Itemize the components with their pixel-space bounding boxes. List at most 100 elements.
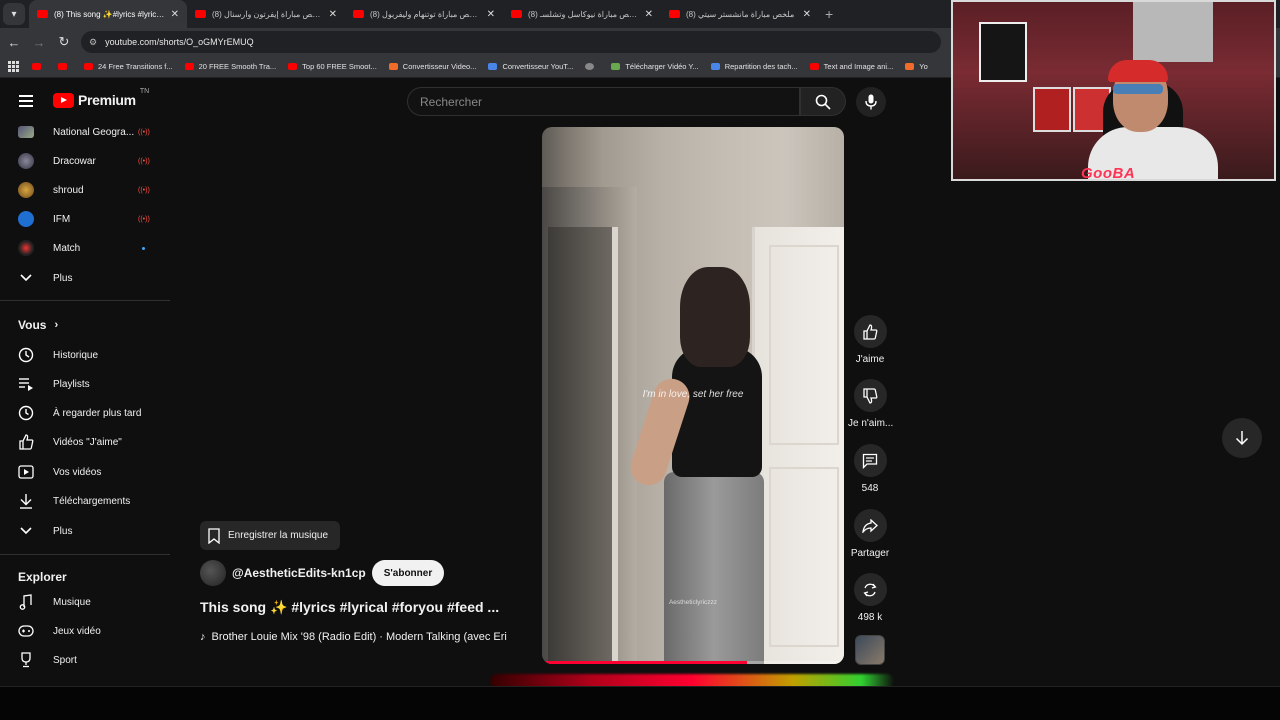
bookmark-item[interactable] [585, 63, 599, 70]
bookmark-item[interactable]: 24 Free Transitions f... [84, 62, 173, 71]
sidebar-item-national-geographic[interactable]: National Geogra... ((•)) [0, 118, 170, 146]
share-button[interactable]: Partager [848, 509, 892, 559]
streamer-logo: GooBA [1081, 165, 1136, 181]
tab-title: (8) This song ✨#lyrics #lyrical # [54, 9, 165, 19]
dislike-label: Je n'aim... [848, 418, 894, 429]
shorts-video-player[interactable]: I'm in love, set her free Aestheticlyric… [542, 127, 844, 664]
close-icon[interactable]: ✕ [645, 9, 653, 20]
tab-title: (8) ملخص مباراة نيوكاسل وتشلسـ [528, 9, 639, 19]
share-icon [862, 518, 878, 533]
menu-icon[interactable] [19, 95, 33, 107]
remix-icon [863, 583, 877, 596]
save-music-button[interactable]: Enregistrer la musique [200, 521, 340, 550]
video-music-link[interactable]: ♪ Brother Louie Mix '98 (Radio Edit) · M… [200, 631, 507, 643]
sidebar-section-you[interactable]: Vous › [18, 318, 58, 332]
bookmark-item[interactable]: Yo [905, 62, 928, 71]
webcam-overlay: GooBA [951, 0, 1276, 181]
comments-count: 548 [861, 483, 879, 494]
bookmark-item[interactable] [58, 63, 72, 70]
live-icon: ((•)) [138, 215, 150, 223]
sidebar-item-label: shroud [53, 184, 84, 196]
bookmark-item[interactable]: Télécharger Vidéo Y... [611, 62, 699, 71]
bookmark-item[interactable]: Convertisseur YouT... [488, 62, 573, 71]
tab-search-button[interactable]: ▾ [3, 3, 25, 25]
forward-arrow-icon[interactable]: → [28, 35, 50, 50]
avatar [18, 240, 34, 256]
sidebar-show-more-you[interactable]: Plus [0, 517, 170, 545]
channel-avatar[interactable] [200, 560, 226, 586]
bookmark-item[interactable]: 20 FREE Smooth Tra... [184, 62, 276, 71]
search-button[interactable] [800, 87, 846, 116]
subscribe-button[interactable]: S'abonner [371, 560, 445, 586]
youtube-icon [669, 10, 680, 18]
bookmark-item[interactable]: Top 60 FREE Smoot... [288, 62, 377, 71]
youtube-icon [84, 63, 93, 70]
youtube-logo[interactable]: Premium TN [53, 88, 149, 108]
browser-tab[interactable]: (8) This song ✨#lyrics #lyrical # ✕ [29, 0, 187, 28]
dislike-button[interactable]: Je n'aim... [848, 379, 894, 429]
bookmark-item[interactable]: Repartition des tach... [710, 62, 798, 71]
youtube-icon [353, 10, 364, 18]
sidebar-item-match[interactable]: Match [0, 234, 170, 262]
close-icon[interactable]: ✕ [329, 9, 337, 20]
voice-search-button[interactable] [856, 87, 886, 117]
sidebar-item-history[interactable]: Historique [0, 341, 170, 369]
logo-text: Premium [78, 92, 136, 108]
section-heading: Vous [18, 318, 47, 332]
close-icon[interactable]: ✕ [803, 9, 811, 20]
bookmark-item[interactable]: Convertisseur Video... [388, 62, 476, 71]
sidebar-item-gaming[interactable]: Jeux vidéo [0, 617, 170, 645]
sidebar-item-liked-videos[interactable]: Vidéos "J'aime" [0, 428, 170, 456]
sidebar-item-music[interactable]: Musique [0, 588, 170, 616]
apps-grid-icon[interactable] [8, 60, 20, 73]
close-icon[interactable]: ✕ [487, 9, 495, 20]
sidebar-item-downloads[interactable]: Téléchargements [0, 487, 170, 515]
youtube-icon [809, 63, 819, 70]
tab-title: (8) ملخص مباراة مانشستر سيتي [686, 9, 795, 19]
back-arrow-icon[interactable]: ← [3, 35, 25, 50]
sidebar-item-shroud[interactable]: shroud ((•)) [0, 176, 170, 204]
browser-tab[interactable]: (8) ملخص مباراة إيفرتون وآرسنال ✕ [187, 0, 345, 28]
sidebar-item-ifm[interactable]: IFM ((•)) [0, 205, 170, 233]
sidebar-item-playlists[interactable]: Playlists [0, 370, 170, 398]
sidebar-item-sport[interactable]: Sport [0, 646, 170, 674]
video-title[interactable]: This song ✨ #lyrics #lyrical #foryou #fe… [200, 599, 499, 616]
avatar [18, 211, 34, 227]
url-input[interactable]: ⚙ youtube.com/shorts/O_oGMYrEMUQ [81, 31, 941, 53]
video-progress-bar[interactable] [542, 661, 844, 664]
browser-tab[interactable]: (8) ملخص مباراة توتنهام وليفربول ✕ [345, 0, 503, 28]
arrow-down-icon [1235, 431, 1249, 446]
remix-button[interactable]: 498 k [848, 573, 892, 623]
sidebar-item-watch-later[interactable]: À regarder plus tard [0, 399, 170, 427]
browser-tab[interactable]: (8) ملخص مباراة نيوكاسل وتشلسـ ✕ [503, 0, 661, 28]
bookmark-item[interactable] [32, 63, 46, 70]
save-music-label: Enregistrer la musique [228, 530, 329, 541]
video-progress-fill [542, 661, 748, 664]
tab-title: (8) ملخص مباراة توتنهام وليفربول [370, 9, 481, 19]
channel-name[interactable]: @AestheticEdits-kn1cp [232, 566, 366, 580]
download-icon [611, 63, 621, 70]
next-short-button[interactable] [1222, 418, 1262, 458]
close-icon[interactable]: ✕ [171, 9, 179, 20]
sidebar-item-your-videos[interactable]: Vos vidéos [0, 458, 170, 486]
sidebar-item-label: Playlists [53, 378, 90, 390]
browser-tab[interactable]: (8) ملخص مباراة مانشستر سيتي ✕ [661, 0, 819, 28]
sidebar: National Geogra... ((•)) Dracowar ((•)) … [0, 124, 170, 720]
comments-button[interactable]: 548 [848, 444, 892, 494]
video-watermark: Aestheticlyriczzz [668, 599, 718, 606]
streamer-cap [1108, 60, 1168, 82]
avatar [18, 126, 34, 138]
bookmark-label: Yo [919, 62, 928, 71]
sidebar-show-more-subscriptions[interactable]: Plus [0, 264, 170, 292]
search-input[interactable]: Rechercher [407, 87, 800, 116]
site-info-icon[interactable]: ⚙ [89, 37, 97, 48]
new-tab-icon[interactable]: + [825, 6, 833, 22]
sidebar-item-label: Musique [53, 596, 91, 608]
like-button[interactable]: J'aime [848, 315, 892, 365]
sidebar-item-label: Jeux vidéo [53, 625, 101, 637]
reload-icon[interactable]: ↻ [53, 34, 75, 50]
sidebar-item-dracowar[interactable]: Dracowar ((•)) [0, 147, 170, 175]
bookmark-item[interactable]: Text and Image ani... [809, 62, 893, 71]
youtube-icon [58, 63, 67, 70]
sound-thumbnail[interactable] [855, 635, 885, 665]
